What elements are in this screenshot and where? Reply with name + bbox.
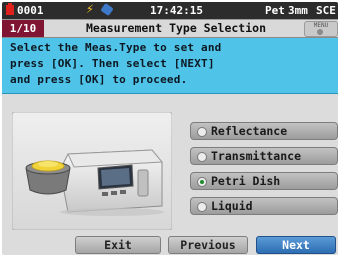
status-bar: 0001 ⚡ 17:42:15 Pet 3mm SCE xyxy=(2,2,338,19)
instruction-line: press [OK]. Then select [NEXT] xyxy=(10,57,215,70)
measurement-count: 0001 xyxy=(17,4,44,17)
option-label: Transmittance xyxy=(211,149,302,163)
option-transmittance[interactable]: Transmittance xyxy=(190,147,338,165)
radio-icon xyxy=(197,127,207,137)
radio-icon xyxy=(197,152,207,162)
next-button[interactable]: Next xyxy=(256,236,336,254)
option-petri-dish[interactable]: Petri Dish xyxy=(190,172,338,190)
plug-icon xyxy=(100,2,114,17)
instruction-line: and press [OK] to proceed. xyxy=(10,73,188,86)
device-screen: 0001 ⚡ 17:42:15 Pet 3mm SCE 1/10 Measure… xyxy=(2,2,338,255)
mode-label: 3mm xyxy=(288,4,308,17)
instruction-panel: Select the Meas.Type to set and press [O… xyxy=(2,38,338,94)
option-reflectance[interactable]: Reflectance xyxy=(190,122,338,140)
option-liquid[interactable]: Liquid xyxy=(190,197,338,215)
menu-dot-icon xyxy=(317,29,323,35)
clock-time: 17:42:15 xyxy=(150,4,203,17)
weekday-label: Pet xyxy=(265,4,285,17)
page-title: Measurement Type Selection xyxy=(85,21,266,35)
title-bar: 1/10 Measurement Type Selection MENU xyxy=(2,19,338,38)
menu-label: MENU xyxy=(313,22,329,29)
lightning-icon: ⚡ xyxy=(86,2,94,17)
radio-selected-icon xyxy=(197,177,207,187)
option-label: Liquid xyxy=(211,199,253,213)
option-label: Petri Dish xyxy=(211,174,281,188)
page-indicator: 1/10 xyxy=(2,20,44,37)
sce-label: SCE xyxy=(316,4,336,17)
exit-button[interactable]: Exit xyxy=(75,236,161,254)
petri-dish-illustration xyxy=(12,112,172,230)
option-label: Reflectance xyxy=(211,124,288,138)
previous-button[interactable]: Previous xyxy=(168,236,248,254)
menu-button[interactable]: MENU xyxy=(304,21,338,37)
instruction-line: Select the Meas.Type to set and xyxy=(10,41,222,54)
radio-icon xyxy=(197,202,207,212)
battery-icon xyxy=(6,3,14,15)
